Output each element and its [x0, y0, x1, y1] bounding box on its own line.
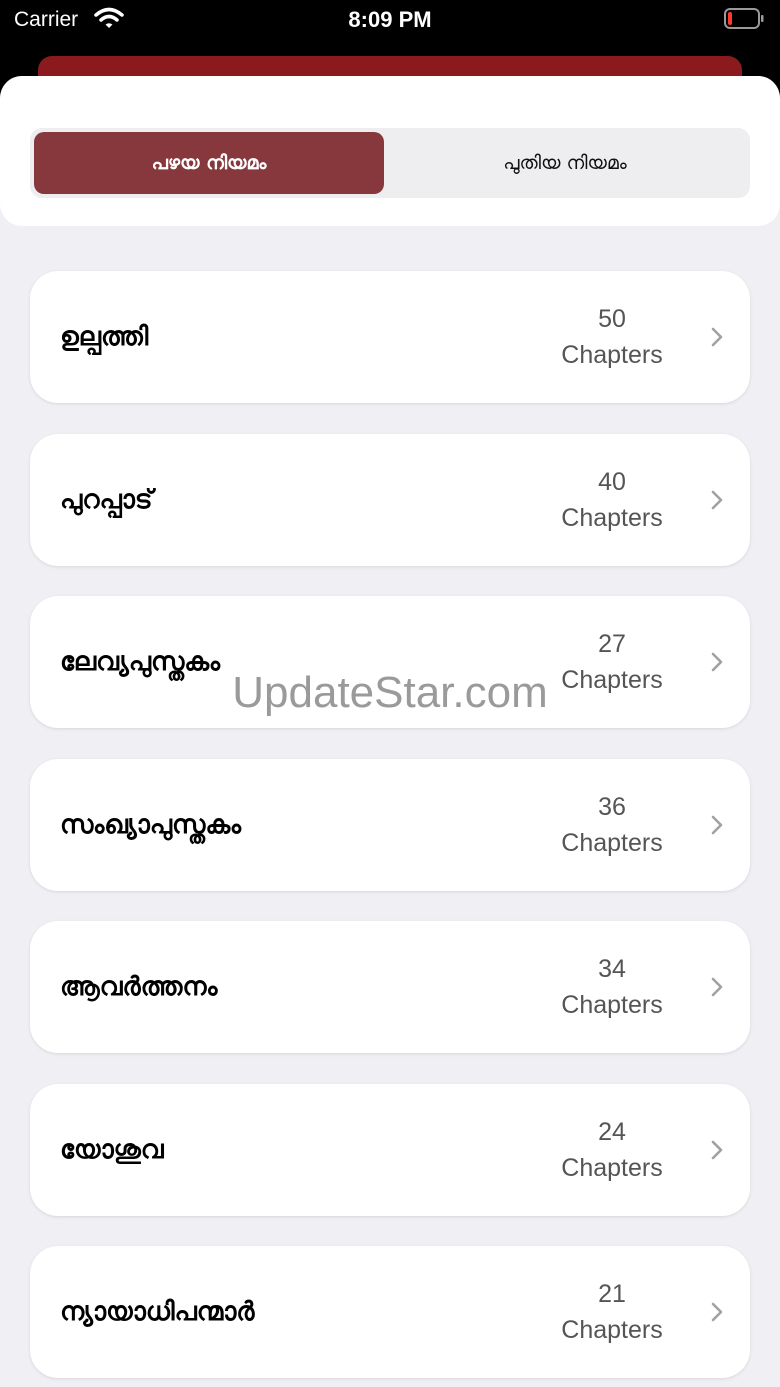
- book-name: പുറപ്പാട്: [60, 484, 153, 515]
- chapter-number: 36: [598, 792, 626, 821]
- status-bar: Carrier 8:09 PM: [0, 0, 780, 40]
- chapter-unit: Chapters: [561, 1316, 663, 1344]
- chevron-right-icon: [711, 1302, 723, 1322]
- chapter-number: 21: [598, 1280, 626, 1308]
- clock: 8:09 PM: [348, 7, 432, 32]
- chapter-number: 50: [598, 305, 626, 333]
- chapter-number: 27: [598, 630, 626, 658]
- chevron-right-icon: [711, 652, 723, 672]
- chapter-unit: Chapters: [561, 828, 663, 857]
- book-row[interactable]: സംഖ്യാപുസ്തകം 36 Chapters: [30, 758, 750, 891]
- chevron-right-icon: [711, 490, 723, 509]
- book-name: ന്യായാധിപന്മാർ: [60, 1297, 255, 1327]
- book-row[interactable]: ആവർത്തനം 34 Chapters: [30, 921, 750, 1053]
- book-row[interactable]: ലേവ്യപുസ്തകം 27 Chapters: [30, 596, 750, 728]
- chapter-unit: Chapters: [561, 991, 663, 1019]
- book-row[interactable]: ഉല്പത്തി 50 Chapters: [30, 271, 750, 403]
- tab-new-testament[interactable]: പുതിയ നിയമം: [384, 132, 746, 194]
- chevron-right-icon: [711, 327, 723, 347]
- book-row[interactable]: പുറപ്പാട് 40 Chapters: [30, 433, 750, 566]
- book-list-screen: പഴയ നിയമം പുതിയ നിയമം ഉല്പത്തി 50 Chapte…: [0, 76, 780, 1387]
- book-name: ലേവ്യപുസ്തകം: [60, 647, 221, 677]
- chapter-count: 27 Chapters: [542, 626, 682, 698]
- book-name: ആവർത്തനം: [60, 972, 218, 1002]
- chapter-count: 21 Chapters: [542, 1276, 682, 1348]
- chevron-right-icon: [711, 1140, 723, 1159]
- chapter-number: 40: [598, 467, 626, 496]
- chapter-unit: Chapters: [561, 666, 663, 694]
- book-list: ഉല്പത്തി 50 Chapters പുറപ്പാട് 40 Chapte…: [30, 271, 750, 1387]
- chapter-number: 24: [598, 1117, 626, 1146]
- chevron-right-icon: [711, 977, 723, 997]
- chevron-right-icon: [711, 815, 723, 834]
- chapter-count: 34 Chapters: [542, 951, 682, 1023]
- tab-old-testament[interactable]: പഴയ നിയമം: [34, 132, 384, 194]
- testament-segmented-control: പഴയ നിയമം പുതിയ നിയമം: [30, 128, 750, 198]
- book-name: ഉല്പത്തി: [60, 322, 149, 352]
- chapter-unit: Chapters: [561, 503, 663, 532]
- chapter-unit: Chapters: [561, 341, 663, 369]
- testament-header: പഴയ നിയമം പുതിയ നിയമം: [0, 76, 780, 226]
- chapter-count: 40 Chapters: [542, 464, 682, 536]
- book-name: യോശുവ: [60, 1134, 164, 1165]
- chapter-count: 50 Chapters: [542, 301, 682, 373]
- battery-icon: [724, 8, 764, 29]
- book-row[interactable]: യോശുവ 24 Chapters: [30, 1083, 750, 1216]
- chapter-unit: Chapters: [561, 1153, 663, 1182]
- chapter-number: 34: [598, 955, 626, 983]
- book-row[interactable]: ന്യായാധിപന്മാർ 21 Chapters: [30, 1246, 750, 1378]
- book-name: സംഖ്യാപുസ്തകം: [60, 809, 242, 840]
- chapter-count: 24 Chapters: [542, 1114, 682, 1186]
- chapter-count: 36 Chapters: [542, 789, 682, 861]
